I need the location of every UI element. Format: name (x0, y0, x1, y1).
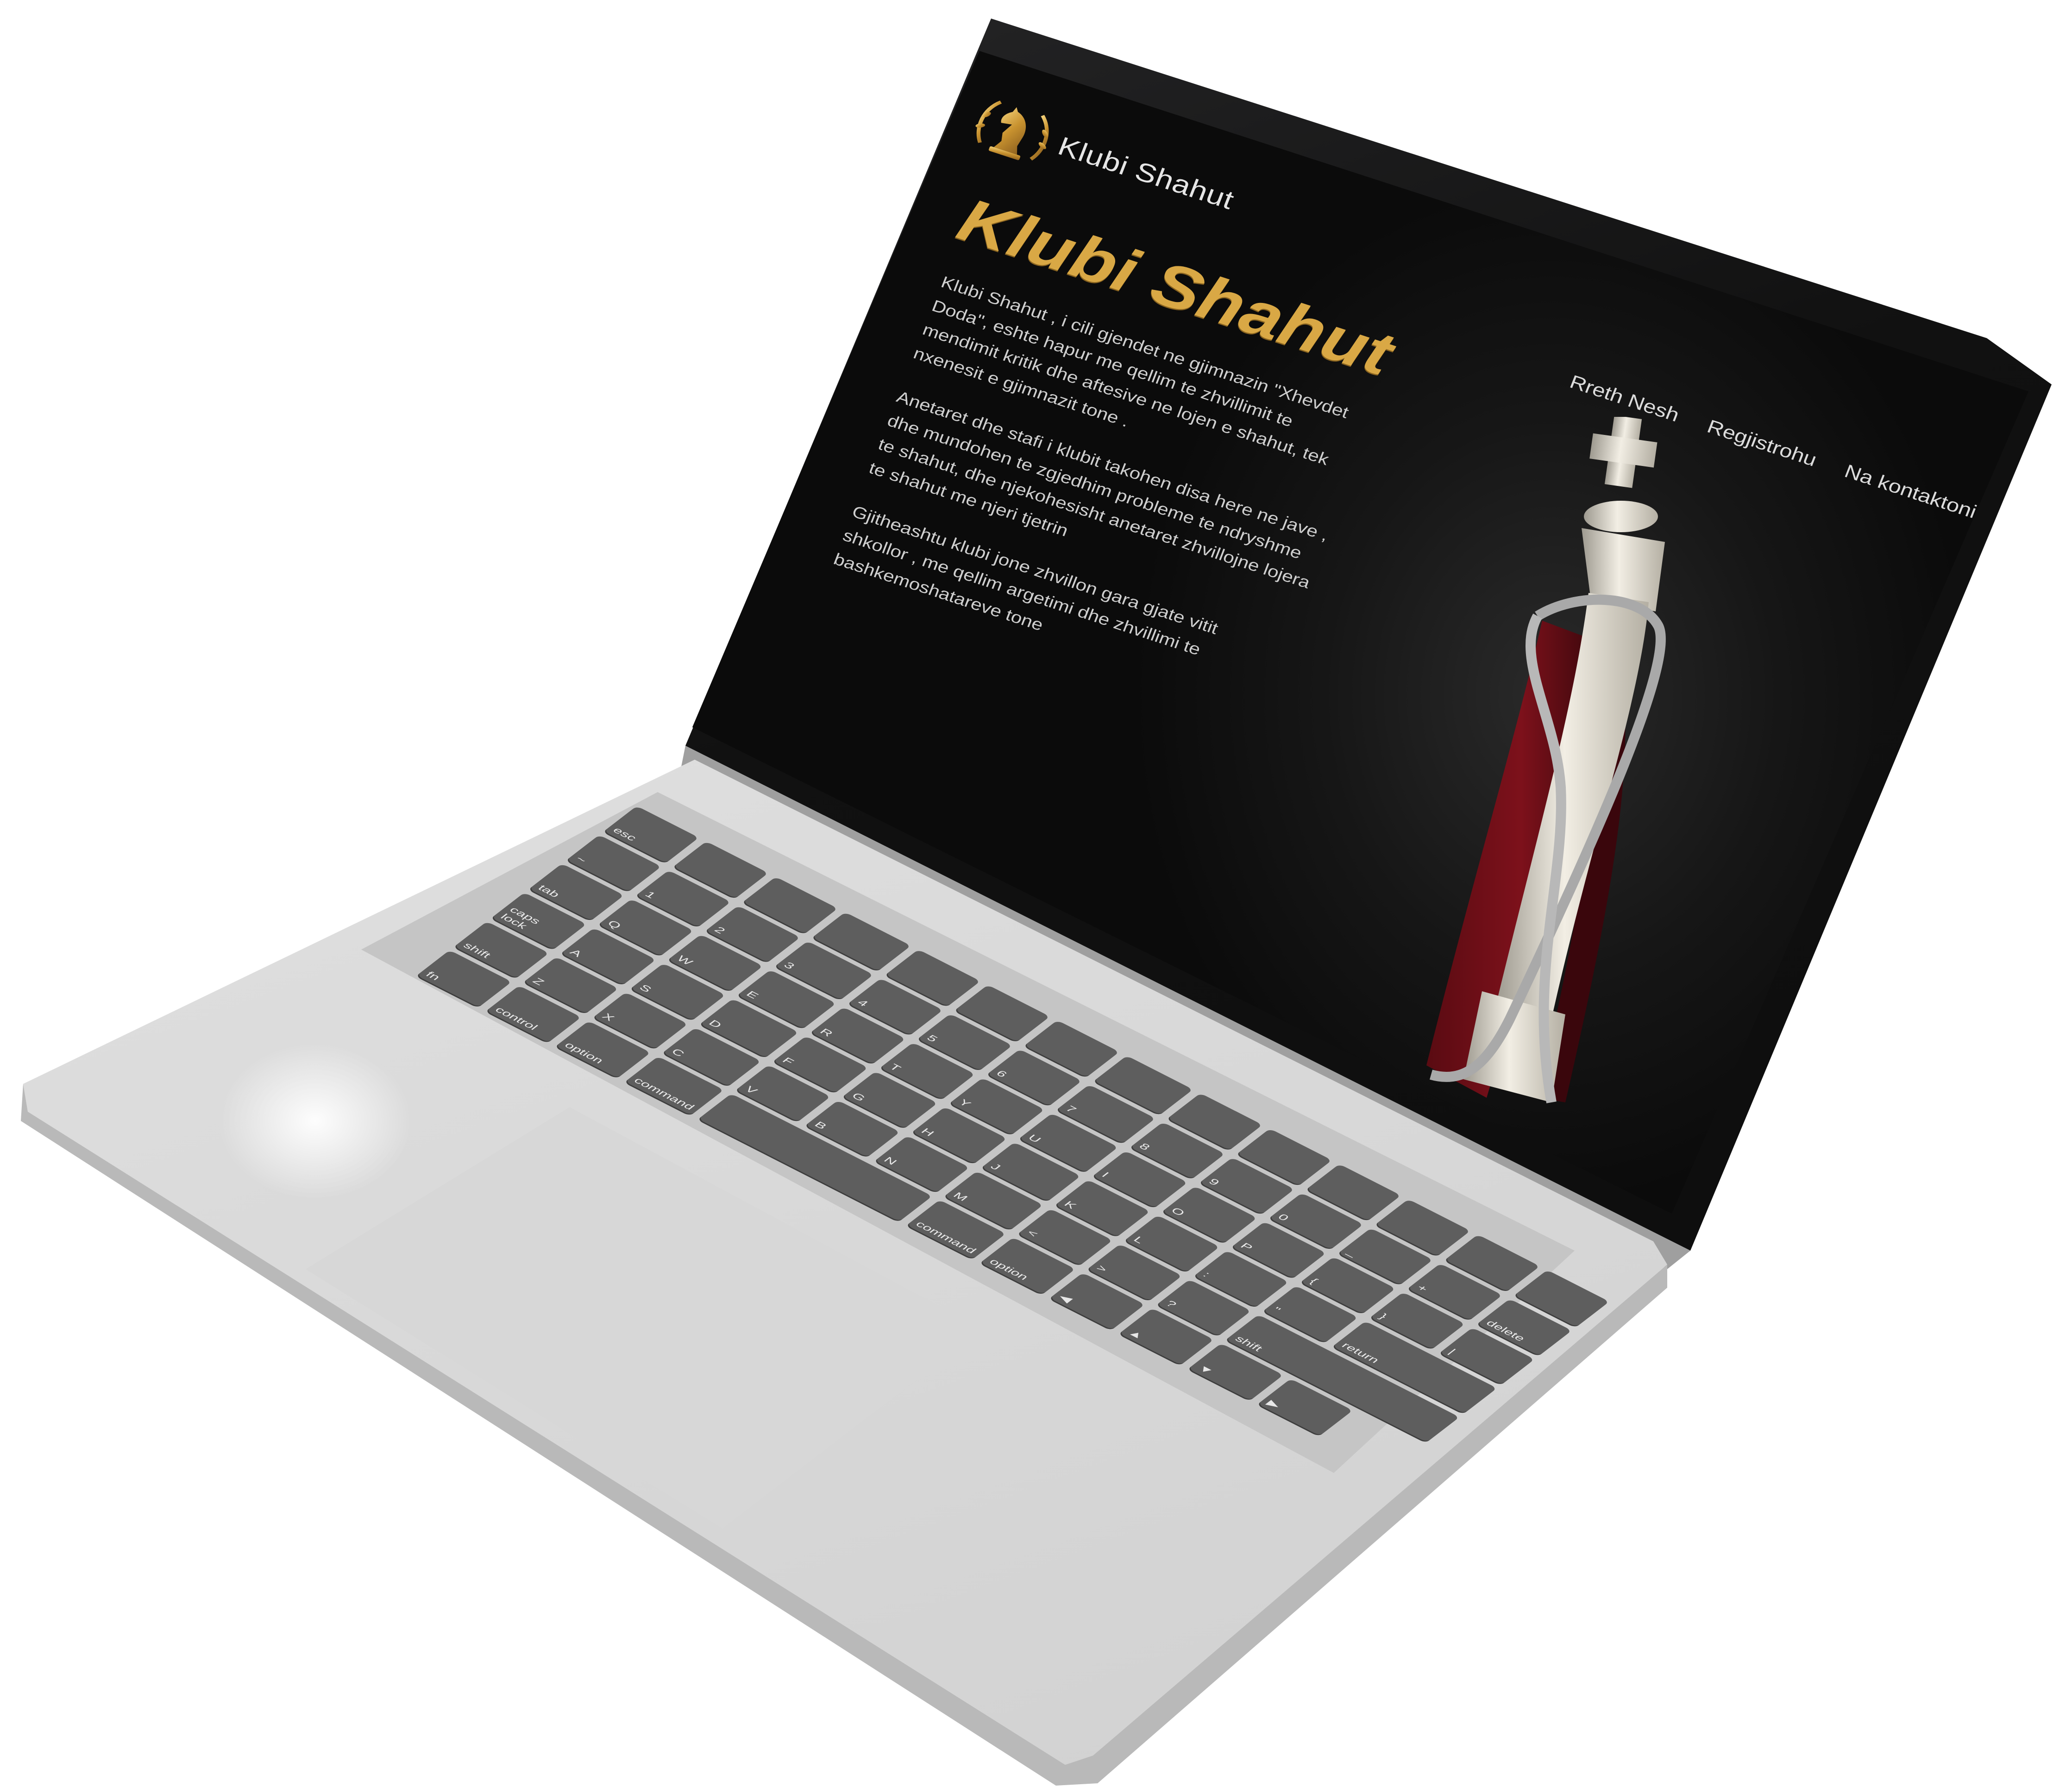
light-reflection (218, 1042, 412, 1200)
brand-name: Klubi Shahut (1054, 131, 1239, 215)
chess-knight-laurel-icon (961, 85, 1065, 176)
nav-link-contact[interactable]: Na kontaktoni (1841, 459, 1980, 522)
laptop-mockup: Klubi Shahut Rreth Nesh Regjistrohu Na k… (0, 0, 2072, 1787)
chess-king-icon (1399, 415, 1751, 1121)
